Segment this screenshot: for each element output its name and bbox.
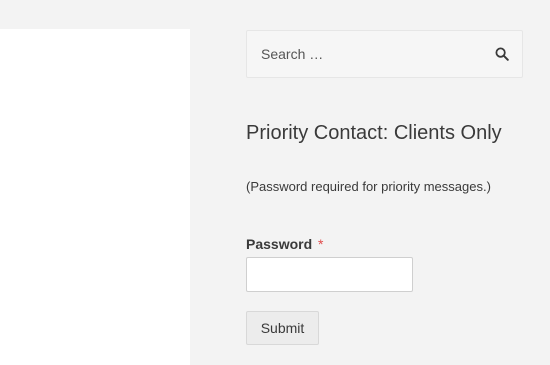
search-icon[interactable] bbox=[495, 47, 509, 61]
password-field[interactable] bbox=[246, 257, 413, 292]
password-label-text: Password bbox=[246, 236, 313, 252]
widget-title: Priority Contact: Clients Only bbox=[246, 122, 502, 144]
password-label: Password * bbox=[246, 236, 323, 252]
search-input[interactable] bbox=[247, 31, 477, 77]
search-form bbox=[246, 30, 523, 78]
required-marker: * bbox=[318, 236, 324, 252]
submit-button[interactable]: Submit bbox=[246, 311, 319, 345]
main-content-area bbox=[0, 29, 190, 365]
sidebar: Priority Contact: Clients Only (Password… bbox=[246, 30, 525, 345]
widget-note: (Password required for priority messages… bbox=[246, 179, 491, 194]
page: Priority Contact: Clients Only (Password… bbox=[0, 0, 550, 365]
